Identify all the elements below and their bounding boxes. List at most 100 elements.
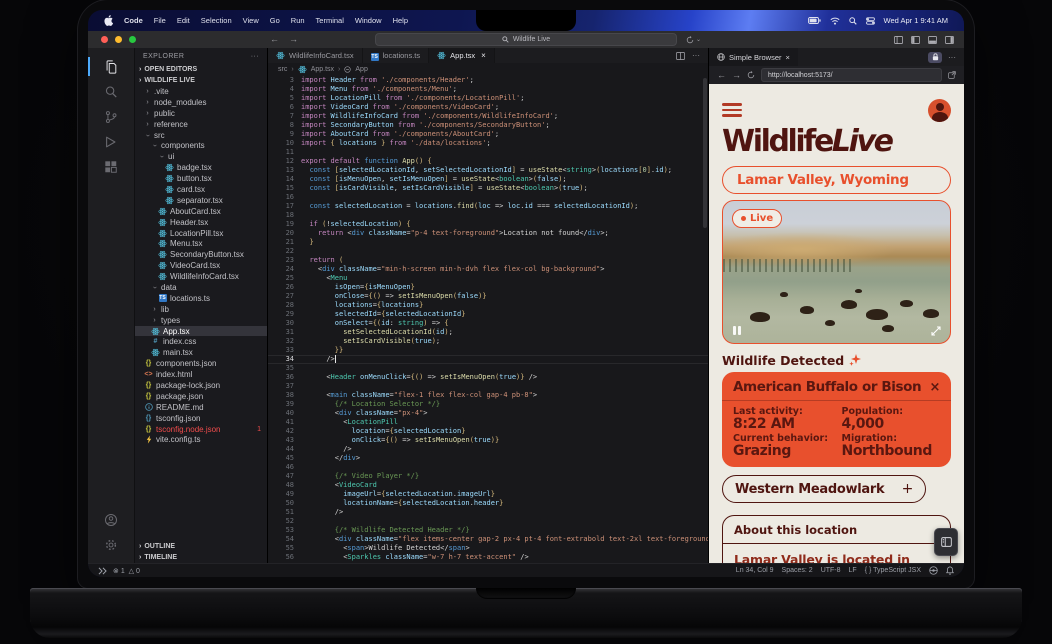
code-line-12[interactable]: 12export default function App() {: [268, 157, 708, 166]
tree-item-menu-tsx[interactable]: Menu.tsx: [135, 238, 267, 249]
sidebar-item-run-debug[interactable]: [88, 129, 134, 154]
menu-terminal[interactable]: Terminal: [316, 16, 344, 25]
code-line-43[interactable]: 43 onClick={() => setIsMenuOpen(true)}: [268, 436, 708, 445]
code-line-8[interactable]: 8import SecondaryButton from './componen…: [268, 121, 708, 130]
timeline-section[interactable]: ›TIMELINE: [135, 552, 267, 563]
sidebar-item-source-control[interactable]: [88, 104, 134, 129]
code-line-20[interactable]: 20 return <div className="p-4 text-foreg…: [268, 229, 708, 238]
code-line-54[interactable]: 54 <div className="flex items-center gap…: [268, 535, 708, 544]
tree-item-index-html[interactable]: <>index.html: [135, 369, 267, 380]
notifications-bell-icon[interactable]: [946, 566, 954, 575]
code-line-49[interactable]: 49 imageUrl={selectedLocation.imageUrl}: [268, 490, 708, 499]
sidebar-item-explorer[interactable]: [88, 54, 134, 79]
code-line-5[interactable]: 5import LocationPill from './components/…: [268, 94, 708, 103]
breadcrumb[interactable]: src›App.tsx›App: [268, 63, 708, 76]
lock-icon[interactable]: [928, 52, 942, 63]
code-line-52[interactable]: 52: [268, 517, 708, 526]
tree-item-tsconfig-node-json[interactable]: {}tsconfig.node.json1: [135, 424, 267, 435]
code-line-26[interactable]: 26 isOpen={isMenuOpen}: [268, 283, 708, 292]
code-line-16[interactable]: 16: [268, 193, 708, 202]
status-spaces-2[interactable]: Spaces: 2: [782, 567, 813, 574]
menu-bar-clock[interactable]: Wed Apr 1 9:41 AM: [884, 16, 948, 25]
code-line-13[interactable]: 13 const [selectedLocationId, setSelecte…: [268, 166, 708, 175]
code-line-15[interactable]: 15 const [isCardVisible, setIsCardVisibl…: [268, 184, 708, 193]
tree-item-separator-tsx[interactable]: separator.tsx: [135, 195, 267, 206]
customize-layout-icon[interactable]: [894, 36, 903, 44]
code-line-46[interactable]: 46: [268, 463, 708, 472]
close-window-button[interactable]: [101, 36, 108, 43]
wifi-icon[interactable]: [830, 17, 840, 25]
status--typescript-jsx[interactable]: { } TypeScript JSX: [865, 567, 921, 574]
menu-code[interactable]: Code: [124, 16, 143, 25]
menu-window[interactable]: Window: [355, 16, 382, 25]
tree-item-lib[interactable]: ›lib: [135, 304, 267, 315]
code-line-45[interactable]: 45 </div>: [268, 454, 708, 463]
code-line-27[interactable]: 27 onClose={() => setIsMenuOpen(false)}: [268, 292, 708, 301]
tree-item-index-css[interactable]: #index.css: [135, 336, 267, 347]
tree-item-button-tsx[interactable]: button.tsx: [135, 173, 267, 184]
code-line-17[interactable]: 17 const selectedLocation = locations.fi…: [268, 202, 708, 211]
code-line-50[interactable]: 50 locationName={selectedLocation.header…: [268, 499, 708, 508]
code-line-24[interactable]: 24 <div className="min-h-screen min-h-dv…: [268, 265, 708, 274]
history-forward-button[interactable]: →: [289, 31, 298, 48]
tab-app-tsx[interactable]: App.tsx×: [429, 48, 495, 63]
editor-more-actions-icon[interactable]: ···: [692, 51, 700, 60]
toggle-secondary-sidebar-icon[interactable]: [945, 36, 954, 44]
control-center-icon[interactable]: [866, 17, 875, 25]
tree-item-tsconfig-json[interactable]: {}tsconfig.json: [135, 413, 267, 424]
menu-help[interactable]: Help: [393, 16, 408, 25]
tree-item-locationpill-tsx[interactable]: LocationPill.tsx: [135, 228, 267, 239]
hamburger-menu-icon[interactable]: [722, 103, 742, 116]
code-line-56[interactable]: 56 <Sparkles className="w-7 h-7 text-acc…: [268, 553, 708, 562]
tree-item-types[interactable]: ›types: [135, 315, 267, 326]
minimize-window-button[interactable]: [115, 36, 122, 43]
outline-section[interactable]: ›OUTLINE: [135, 541, 267, 552]
problems-status[interactable]: ⊗ 1 △ 0: [113, 567, 140, 575]
tree-item--vite[interactable]: ›.vite: [135, 86, 267, 97]
code-line-38[interactable]: 38 <main className="flex-1 flex flex-col…: [268, 391, 708, 400]
panel-more-actions-icon[interactable]: ···: [948, 53, 956, 62]
remote-indicator-icon[interactable]: [98, 567, 107, 575]
tab-simple-browser[interactable]: Simple Browser ×: [709, 48, 798, 66]
code-line-23[interactable]: 23 return (: [268, 256, 708, 265]
code-line-19[interactable]: 19 if (!selectedLocation) {: [268, 220, 708, 229]
code-line-36[interactable]: 36 <Header onMenuClick={() => setIsMenuO…: [268, 373, 708, 382]
menu-file[interactable]: File: [154, 16, 166, 25]
tree-item-ui[interactable]: ›ui: [135, 151, 267, 162]
secondary-species-button[interactable]: Western Meadowlark+: [722, 475, 926, 503]
tree-item-locations-ts[interactable]: TSlocations.ts: [135, 293, 267, 304]
tree-item-components-json[interactable]: {}components.json: [135, 358, 267, 369]
code-line-10[interactable]: 10import { locations } from './data/loca…: [268, 139, 708, 148]
code-line-21[interactable]: 21 }: [268, 238, 708, 247]
history-back-button[interactable]: ←: [270, 31, 279, 48]
tree-item-videocard-tsx[interactable]: VideoCard.tsx: [135, 260, 267, 271]
code-line-32[interactable]: 32 setIsCardVisible(true);: [268, 337, 708, 346]
tree-item-main-tsx[interactable]: main.tsx: [135, 347, 267, 358]
code-line-37[interactable]: 37: [268, 382, 708, 391]
live-video-card[interactable]: Live: [722, 200, 951, 344]
tree-item-package-json[interactable]: {}package.json: [135, 391, 267, 402]
tree-item-data[interactable]: ›data: [135, 282, 267, 293]
code-line-7[interactable]: 7import WildlifeInfoCard from './compone…: [268, 112, 708, 121]
menu-go[interactable]: Go: [270, 16, 280, 25]
tree-item-components[interactable]: ›components: [135, 140, 267, 151]
code-line-44[interactable]: 44 />: [268, 445, 708, 454]
open-editors-section[interactable]: ›OPEN EDITORS: [135, 64, 267, 75]
code-editor[interactable]: 3import Header from './components/Header…: [268, 76, 708, 563]
code-line-6[interactable]: 6import VideoCard from './components/Vid…: [268, 103, 708, 112]
code-line-14[interactable]: 14 const [isMenuOpen, setIsMenuOpen] = u…: [268, 175, 708, 184]
code-line-55[interactable]: 55 <span>Wildlife Detected</span>: [268, 544, 708, 553]
tree-item-reference[interactable]: ›reference: [135, 119, 267, 130]
battery-icon[interactable]: [808, 17, 821, 24]
tree-item-public[interactable]: ›public: [135, 108, 267, 119]
code-line-41[interactable]: 41 <LocationPill: [268, 418, 708, 427]
code-line-51[interactable]: 51 />: [268, 508, 708, 517]
code-line-28[interactable]: 28 locations={locations}: [268, 301, 708, 310]
url-input[interactable]: http://localhost:5173/: [761, 68, 942, 82]
tree-item-vite-config-ts[interactable]: vite.config.ts: [135, 435, 267, 446]
code-line-34[interactable]: 34 />: [268, 355, 708, 364]
browser-reload-icon[interactable]: [747, 71, 755, 79]
code-line-53[interactable]: 53 {/* Wildlife Detected Header */}: [268, 526, 708, 535]
split-editor-icon[interactable]: [676, 52, 685, 60]
project-root-section[interactable]: ›WILDLIFE LIVE: [135, 75, 267, 86]
